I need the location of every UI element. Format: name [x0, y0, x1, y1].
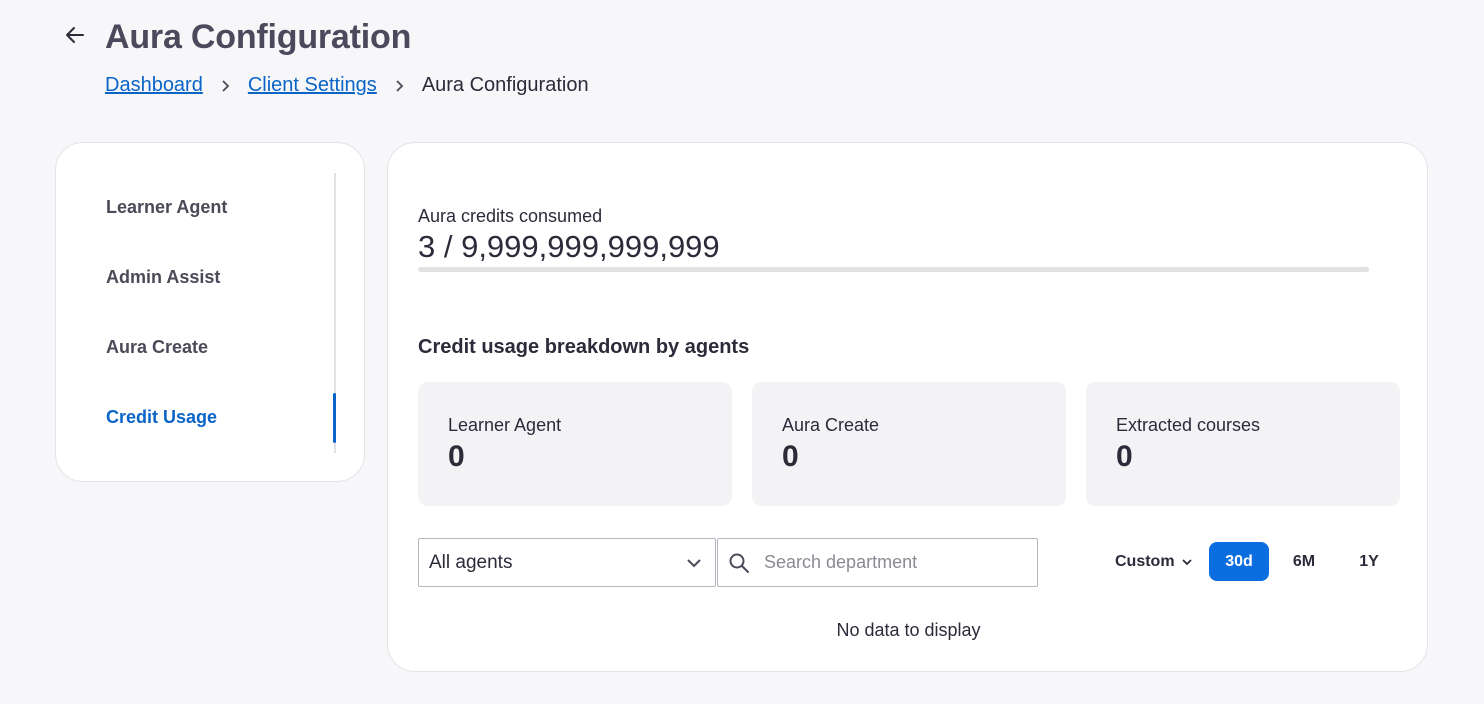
sidebar-item-credit-usage[interactable]: Credit Usage	[106, 407, 217, 428]
back-button[interactable]	[62, 22, 88, 48]
stat-value: 0	[782, 440, 799, 473]
stat-label: Aura Create	[782, 415, 880, 435]
stat-label: Extracted courses	[1116, 415, 1261, 435]
chevron-down-icon	[1181, 559, 1192, 566]
settings-sidebar: Learner Agent Admin Assist Aura Create C…	[55, 142, 365, 482]
search-icon	[729, 553, 749, 573]
credits-value: 3 / 9,999,999,999,999	[418, 229, 720, 264]
arrow-left-icon	[66, 27, 84, 43]
range-1y-button[interactable]: 1Y	[1339, 542, 1399, 581]
sidebar-active-indicator	[333, 393, 336, 443]
agent-select[interactable]: All agents	[418, 538, 716, 587]
breadcrumb-dashboard[interactable]: Dashboard	[105, 74, 203, 97]
page-title: Aura Configuration	[105, 18, 412, 56]
stat-card-extracted-courses: Extracted courses 0	[1086, 382, 1400, 506]
empty-state-message: No data to display	[836, 620, 981, 640]
stat-label: Learner Agent	[448, 415, 562, 435]
stat-card-aura-create: Aura Create 0	[752, 382, 1066, 506]
credits-label: Aura credits consumed	[418, 206, 603, 226]
stat-card-learner-agent: Learner Agent 0	[418, 382, 732, 506]
search-department-input[interactable]	[764, 539, 1034, 586]
custom-range-button[interactable]: Custom	[1115, 543, 1195, 581]
chevron-down-icon	[687, 559, 701, 568]
range-30d-button[interactable]: 30d	[1209, 542, 1269, 581]
breadcrumb: Dashboard Client Settings Aura Configura…	[105, 74, 589, 97]
credit-usage-panel: Aura credits consumed 3 / 9,999,999,999,…	[387, 142, 1428, 672]
stat-value: 0	[448, 440, 465, 473]
agent-select-value: All agents	[429, 551, 513, 573]
sidebar-item-admin-assist[interactable]: Admin Assist	[106, 267, 220, 288]
credits-progress-bar	[418, 267, 1369, 272]
custom-range-label: Custom	[1115, 553, 1175, 570]
sidebar-item-aura-create[interactable]: Aura Create	[106, 337, 208, 358]
chevron-right-icon	[377, 79, 422, 93]
breadcrumb-current: Aura Configuration	[421, 74, 589, 96]
range-6m-button[interactable]: 6M	[1274, 542, 1334, 581]
search-department-box	[717, 538, 1038, 587]
stat-value: 0	[1116, 440, 1133, 473]
chevron-right-icon	[203, 79, 248, 93]
breakdown-title: Credit usage breakdown by agents	[418, 336, 750, 358]
breadcrumb-client-settings[interactable]: Client Settings	[248, 74, 377, 97]
sidebar-item-learner-agent[interactable]: Learner Agent	[106, 197, 227, 218]
